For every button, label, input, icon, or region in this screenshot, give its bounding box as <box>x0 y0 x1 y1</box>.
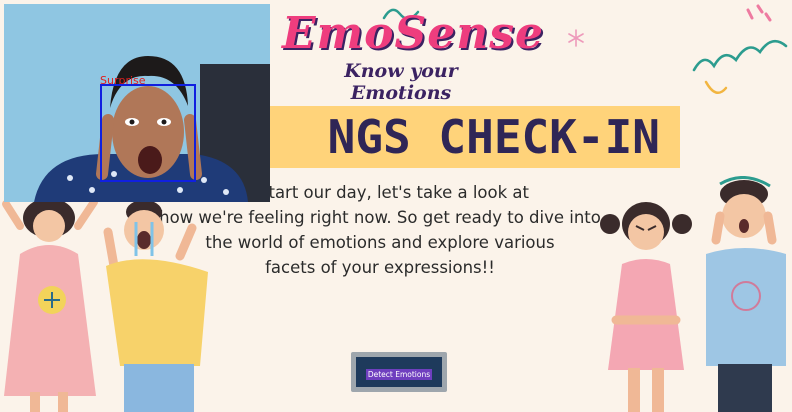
detect-emotions-button[interactable]: Detect Emotions <box>356 357 442 387</box>
angry-girl-illustration <box>600 202 692 412</box>
confetti-icon <box>746 4 772 22</box>
curl-doodle-icon <box>704 80 728 95</box>
crying-boy-illustration <box>103 200 208 412</box>
girl-celebrating-illustration <box>2 198 98 412</box>
app-title: EmoSense <box>282 8 544 59</box>
wave-doodle-icon <box>692 39 788 72</box>
webcam-feed: Surprise <box>4 4 270 202</box>
face-detection-box <box>100 84 196 182</box>
app-tagline: Know your Emotions <box>344 60 458 104</box>
detect-emotions-label: Detect Emotions <box>365 369 433 380</box>
sparkle-icon <box>568 29 584 47</box>
detect-emotions-label-wrap: Detect Emotions <box>356 365 442 380</box>
emosense-page: EmoSense Know your Emotions NGS CHECK-IN… <box>0 0 792 412</box>
shocked-boy-illustration <box>706 176 786 412</box>
